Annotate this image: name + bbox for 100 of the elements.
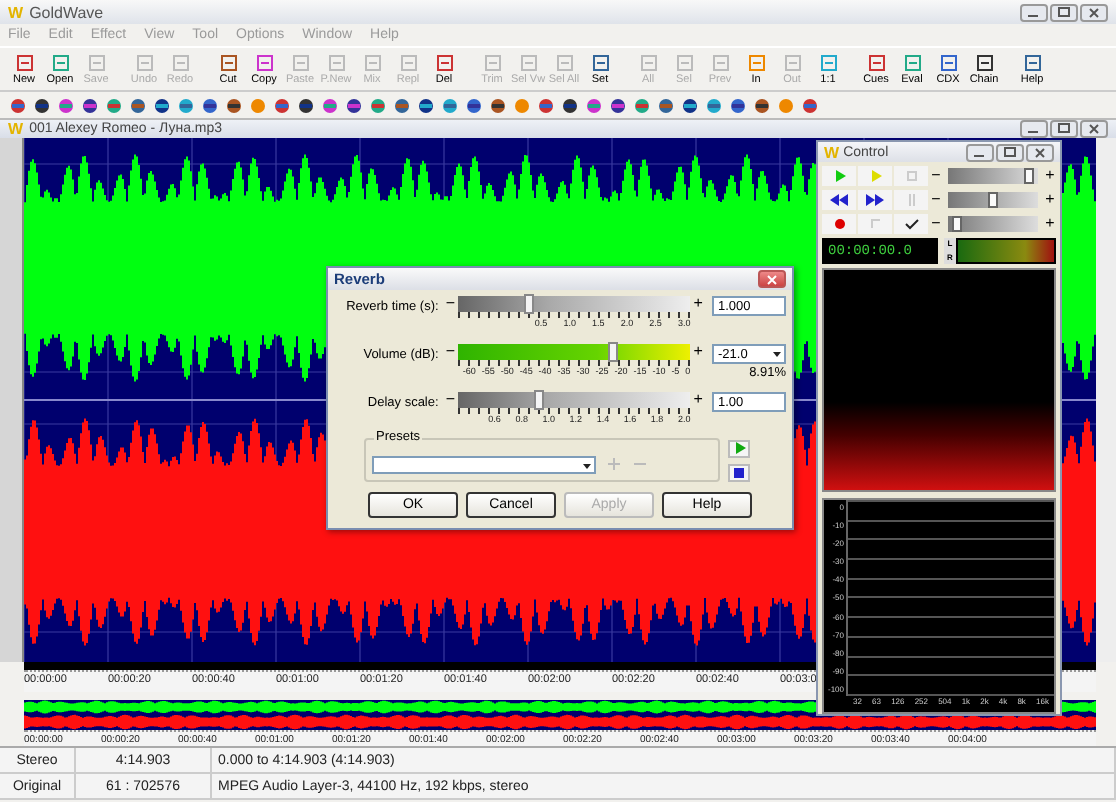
effect-icon[interactable]: [344, 95, 364, 115]
effect-icon[interactable]: [752, 95, 772, 115]
tool-icon: [171, 53, 189, 71]
effect-icon[interactable]: [32, 95, 52, 115]
effect-icon[interactable]: [608, 95, 628, 115]
decrease-button[interactable]: −: [930, 191, 942, 207]
effect-icon[interactable]: [224, 95, 244, 115]
decrease-button[interactable]: −: [930, 215, 942, 231]
tool-icon: [819, 53, 837, 71]
tool-icon: [903, 53, 921, 71]
record-icon: [833, 217, 845, 229]
tool-icon: [219, 53, 237, 71]
slider-thumb[interactable]: [533, 390, 544, 410]
effect-icon[interactable]: [728, 95, 748, 115]
slider[interactable]: [948, 215, 1038, 231]
slider[interactable]: [458, 392, 691, 408]
window-title: GoldWave: [29, 3, 104, 21]
play-icon: [733, 442, 745, 454]
effect-icon[interactable]: [296, 95, 316, 115]
control-logo: W: [824, 143, 840, 161]
effect-icon[interactable]: [488, 95, 508, 115]
effect-icon[interactable]: [800, 95, 820, 115]
slider-thumb[interactable]: [1023, 167, 1033, 183]
close-button[interactable]: [758, 270, 786, 288]
effect-icon[interactable]: [464, 95, 484, 115]
minimize-icon[interactable]: [1020, 3, 1048, 21]
increase-button[interactable]: +: [690, 296, 706, 312]
maximize-icon[interactable]: [1050, 120, 1078, 138]
increase-button[interactable]: +: [690, 344, 706, 360]
slider[interactable]: [948, 167, 1038, 183]
tool-icon: [15, 53, 33, 71]
rewind-icon: [830, 193, 848, 205]
effect-icon[interactable]: [704, 95, 724, 115]
check-button[interactable]: [894, 213, 928, 233]
tool-icon: [51, 53, 69, 71]
effect-icon[interactable]: [560, 95, 580, 115]
close-icon[interactable]: [1026, 143, 1054, 161]
stop-button[interactable]: [728, 463, 750, 481]
effect-icon[interactable]: [80, 95, 100, 115]
play-icon: [869, 169, 881, 181]
effect-icon[interactable]: [272, 95, 292, 115]
minimize-icon[interactable]: [966, 143, 994, 161]
decrease-button[interactable]: −: [442, 296, 459, 312]
tool-icon: [591, 53, 609, 71]
caret-icon: [770, 346, 784, 362]
stop-icon: [905, 169, 917, 181]
slider[interactable]: [458, 296, 691, 312]
effect-icon[interactable]: [416, 95, 436, 115]
slider[interactable]: [458, 344, 691, 360]
tool-icon: [555, 53, 573, 71]
corner-icon: [869, 217, 881, 229]
tool-icon: [711, 53, 729, 71]
close-icon[interactable]: [1080, 3, 1108, 21]
tool-icon: [639, 53, 657, 71]
effect-icon[interactable]: [128, 95, 148, 115]
decrease-button[interactable]: −: [442, 392, 459, 408]
increase-button[interactable]: +: [1044, 191, 1056, 207]
effect-icon[interactable]: [680, 95, 700, 115]
increase-button[interactable]: +: [690, 392, 706, 408]
presets-dropdown[interactable]: [372, 455, 596, 473]
fast-forward-button[interactable]: [858, 189, 892, 209]
tool-icon: [747, 53, 765, 71]
effect-icon[interactable]: [392, 95, 412, 115]
document-logo: W: [8, 120, 24, 138]
decrease-button[interactable]: −: [930, 167, 942, 183]
check-icon: [903, 217, 919, 229]
rewind-button[interactable]: [822, 189, 856, 209]
effect-icon[interactable]: [200, 95, 220, 115]
tool-icon: [135, 53, 153, 71]
effect-icon[interactable]: [440, 95, 460, 115]
slider-thumb[interactable]: [987, 191, 997, 207]
tool-icon: [783, 53, 801, 71]
slider-thumb[interactable]: [952, 215, 963, 231]
increase-button[interactable]: +: [1044, 215, 1056, 231]
slider-thumb[interactable]: [523, 294, 534, 314]
app-logo: W: [8, 3, 24, 21]
tool-icon: [435, 53, 453, 71]
effect-icon[interactable]: [536, 95, 556, 115]
stop-icon: [734, 467, 744, 477]
tool-icon: [867, 53, 885, 71]
play-icon: [833, 169, 845, 181]
pause-icon: [905, 193, 917, 205]
effect-icon[interactable]: [176, 95, 196, 115]
minimize-icon[interactable]: [1020, 120, 1048, 138]
slider[interactable]: [948, 191, 1038, 207]
maximize-icon[interactable]: [996, 143, 1024, 161]
decrease-button[interactable]: −: [442, 344, 459, 360]
effect-icon[interactable]: [656, 95, 676, 115]
tool-icon: [675, 53, 693, 71]
tool-icon: [399, 53, 417, 71]
tool-icon: [483, 53, 501, 71]
tool-icon: [519, 53, 537, 71]
close-icon[interactable]: [1080, 120, 1108, 138]
increase-button[interactable]: +: [1044, 167, 1056, 183]
close-icon: [766, 273, 778, 285]
slider-thumb[interactable]: [607, 342, 618, 362]
maximize-icon[interactable]: [1050, 3, 1078, 21]
record-button[interactable]: [822, 213, 856, 233]
effect-icon[interactable]: [152, 95, 172, 115]
effect-icon[interactable]: [8, 95, 28, 115]
